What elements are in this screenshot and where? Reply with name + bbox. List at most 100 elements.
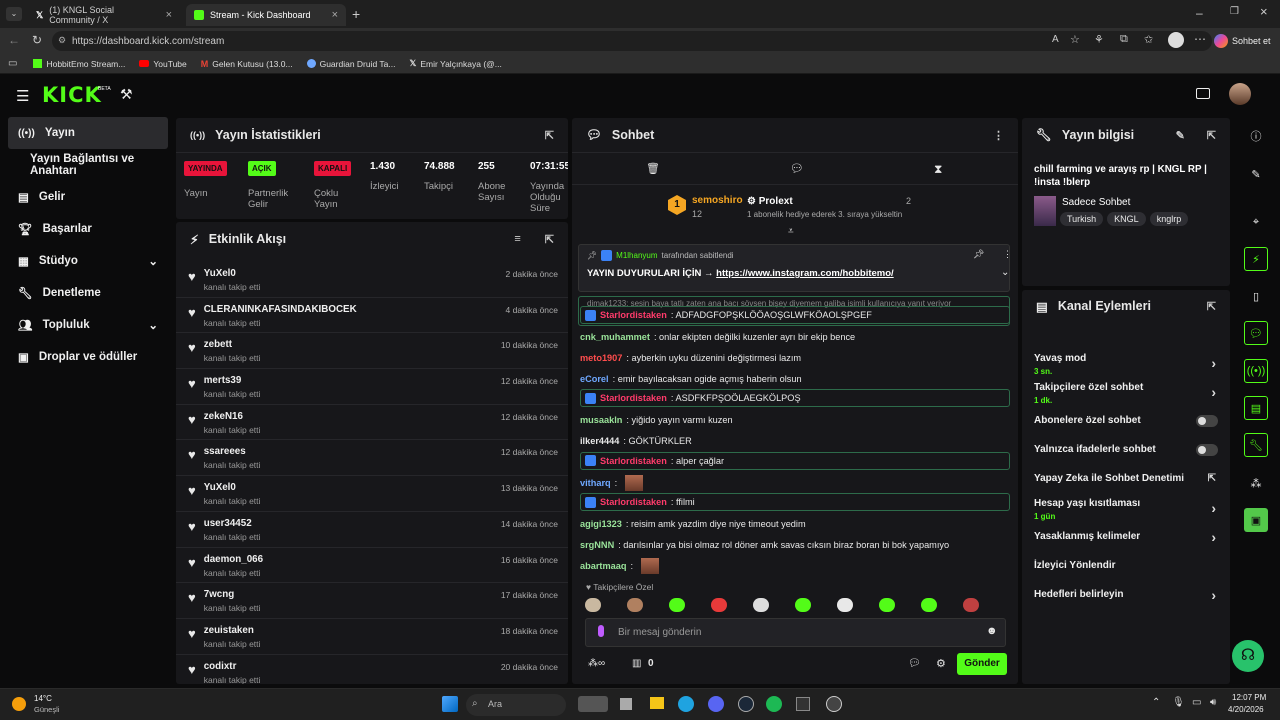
second-gifter[interactable]: ⚙ Prolext (747, 196, 793, 207)
sidebar-item-yayin[interactable]: ((•)) Yayın (8, 117, 168, 149)
split-screen-icon[interactable]: ⧉ (1120, 33, 1128, 46)
microphone-tray-icon[interactable]: 🎙︎ (1172, 697, 1185, 708)
activity-item[interactable]: ♥ 7wcng kanalı takip etti 17 dakika önce (176, 583, 568, 619)
widgets-icon[interactable] (620, 698, 632, 710)
sidebar-item-gelir[interactable]: ▤ Gelir (0, 181, 172, 213)
chat-message[interactable]: eCorel: emir bayılacaksan ogide açmış ha… (572, 368, 1018, 389)
wrench-icon[interactable]: 🔧︎ (1244, 433, 1268, 457)
emote-icon[interactable] (753, 598, 769, 612)
chat-input[interactable]: Bir mesaj gönderin ☻ (585, 618, 1006, 647)
bookmark-emir-x[interactable]: 𝕏 Emir Yalçınkaya (@... (410, 58, 502, 69)
tab-list-icon[interactable]: ⌄ (6, 7, 22, 21)
sidebar-item-basarilar[interactable]: 🏆︎ Başarılar (0, 213, 172, 245)
edit-icon[interactable]: ✎ (1176, 129, 1185, 142)
activity-item[interactable]: ♥ CLERANINKAFASINDAKIBOCEK kanalı takip et… (176, 298, 568, 334)
popout-icon[interactable]: ⇱ (545, 129, 554, 142)
follower-name[interactable]: codixtr (204, 661, 261, 672)
bookmark-gmail[interactable]: M Gelen Kutusu (13.0... (201, 59, 293, 69)
channel-action[interactable]: Abonelere özel sohbet (1022, 406, 1230, 435)
chat-username[interactable]: srgNNN (580, 540, 614, 550)
read-aloud-icon[interactable]: A (1052, 34, 1059, 45)
chat-username[interactable]: ilker4444 (580, 436, 619, 446)
spotify-icon[interactable] (766, 696, 782, 712)
chat-message[interactable]: srgNNN: darılsınlar ya bisi olmaz rol dö… (572, 535, 1018, 556)
chat-message[interactable]: Starlordistaken: ADFADGFOPŞKLÖÖAOŞGLWFKÖ… (580, 306, 1010, 324)
terminal-icon[interactable] (796, 697, 810, 711)
chat-mode-icon[interactable]: 💬︎ (790, 162, 804, 175)
chat-username[interactable]: musaakln (580, 415, 622, 425)
task-view-icon[interactable] (578, 696, 608, 712)
close-window-icon[interactable]: × (1260, 4, 1268, 19)
follower-name[interactable]: 7wcng (204, 589, 261, 600)
points-icon[interactable]: ⁂∞ (588, 658, 605, 669)
community-icon[interactable]: ⁂ (1244, 471, 1268, 495)
activity-item[interactable]: ♥ ssareees kanalı takip etti 12 dakika önce (176, 440, 568, 477)
network-icon[interactable]: ▭ (1192, 697, 1201, 708)
emote-icon[interactable] (711, 598, 727, 612)
chat-message[interactable]: ilker4444: GÖKTÜRKLER (572, 431, 1018, 452)
clock-date[interactable]: 4/20/2026 (1228, 705, 1264, 714)
bookmark-youtube[interactable]: YouTube (139, 59, 187, 69)
sidebar-item-studyo[interactable]: ▦ Stüdyo ⌄ (0, 245, 172, 277)
emoji-icon[interactable]: ☻ (986, 625, 998, 637)
chat-username[interactable]: cnk_muhammet (580, 332, 650, 342)
emote-icon[interactable] (795, 598, 811, 612)
chat-username[interactable]: Starlordistaken (600, 310, 667, 320)
chat-message[interactable]: agigi1323: reisim amk yazdim diye niye t… (572, 514, 1018, 535)
clock-time[interactable]: 12:07 PM (1232, 693, 1266, 702)
activity-item[interactable]: ♥ zekeN16 kanalı takip etti 12 dakika önce (176, 405, 568, 441)
sidebar-item-topluluk[interactable]: 👥︎ Topluluk ⌄ (0, 309, 172, 341)
channel-action[interactable]: Yapay Zeka ile Sohbet Denetimi ⇱ (1022, 464, 1230, 493)
hourglass-icon[interactable]: ⧗ (934, 162, 942, 177)
taskbar-search[interactable]: ⌕ Ara (466, 694, 566, 716)
toggle-switch[interactable] (1196, 414, 1218, 427)
emote-icon[interactable] (627, 598, 643, 612)
stat-multistream[interactable]: KAPALI Çoklu Yayın (314, 161, 358, 210)
follower-name[interactable]: daemon_066 (204, 554, 263, 565)
screenshot-icon[interactable]: ⌖ (1244, 210, 1268, 234)
tag-chip[interactable]: KNGL (1107, 212, 1146, 226)
follower-name[interactable]: merts39 (204, 375, 261, 386)
start-windows-icon[interactable] (442, 696, 458, 712)
emote-icon[interactable] (921, 598, 937, 612)
tag-chip[interactable]: Turkish (1060, 212, 1104, 226)
broadcast-icon[interactable]: ((•)) (1244, 359, 1268, 383)
back-icon[interactable]: ← (8, 33, 20, 47)
site-info-icon[interactable]: ⚙ (58, 35, 66, 46)
activity-item[interactable]: ♥ codixtr kanalı takip etti 20 dakika önce (176, 655, 568, 684)
channel-action[interactable]: Hesap yaşı kısıtlaması 1 gün › (1022, 493, 1230, 522)
emote-icon[interactable] (879, 598, 895, 612)
media-icon[interactable]: ▣ (1244, 508, 1268, 532)
tab-kick-dashboard[interactable]: Stream - Kick Dashboard × (186, 4, 346, 26)
popout-icon[interactable]: ⇱ (1207, 129, 1216, 142)
top-gifter-name[interactable]: semoshiro (692, 195, 743, 206)
pinned-link[interactable]: https://www.instagram.com/hobbitemo/ (716, 268, 894, 279)
discord-icon[interactable] (708, 696, 724, 712)
follower-name[interactable]: CLERANINKAFASINDAKIBOCEK (204, 304, 357, 315)
popout-icon[interactable]: ⇱ (545, 233, 554, 246)
chat-message[interactable]: Starlordistaken: ffilmi (580, 493, 1010, 512)
follower-name[interactable]: YuXel0 (204, 268, 261, 279)
bookmark-guardian-druid[interactable]: Guardian Druid Ta... (306, 59, 396, 69)
follower-name[interactable]: zekeN16 (204, 411, 261, 422)
activity-item[interactable]: ♥ YuXel0 kanalı takip etti 2 dakika önce (176, 262, 568, 298)
chat-message[interactable]: meto1907: ayberkin uyku düzenini değişti… (572, 348, 1018, 369)
chat-username[interactable]: vitharq (580, 478, 611, 488)
close-tab-icon[interactable]: × (166, 9, 172, 21)
follower-name[interactable]: user34452 (204, 518, 261, 529)
chat-username[interactable]: Starlordistaken (600, 393, 667, 403)
unpin-icon[interactable]: 📌︎ (973, 249, 984, 260)
activity-item[interactable]: ♥ zeuistaken kanalı takip etti 18 dakika ön… (176, 619, 568, 655)
more-vertical-icon[interactable]: ⋮ (993, 129, 1004, 142)
channel-action[interactable]: Hedefleri belirleyin › (1022, 580, 1230, 609)
chat-username[interactable]: meto1907 (580, 353, 622, 363)
more-vertical-icon[interactable]: ⋮ (1003, 249, 1012, 260)
sidebar-item-denetleme[interactable]: 🔧︎ Denetleme (0, 277, 172, 309)
pinned-message[interactable]: 📌︎ M1lhanyum tarafından sabitlendi YAYIN D… (578, 244, 1012, 292)
chat-bubble-icon[interactable]: 💬︎ (908, 658, 921, 669)
user-avatar[interactable] (1229, 83, 1251, 105)
activity-item[interactable]: ♥ YuXel0 kanalı takip etti 13 dakika önce (176, 476, 568, 512)
tag-chip[interactable]: knglrp (1149, 212, 1189, 226)
file-explorer-icon[interactable] (650, 697, 664, 709)
emote-icon[interactable] (669, 598, 685, 612)
